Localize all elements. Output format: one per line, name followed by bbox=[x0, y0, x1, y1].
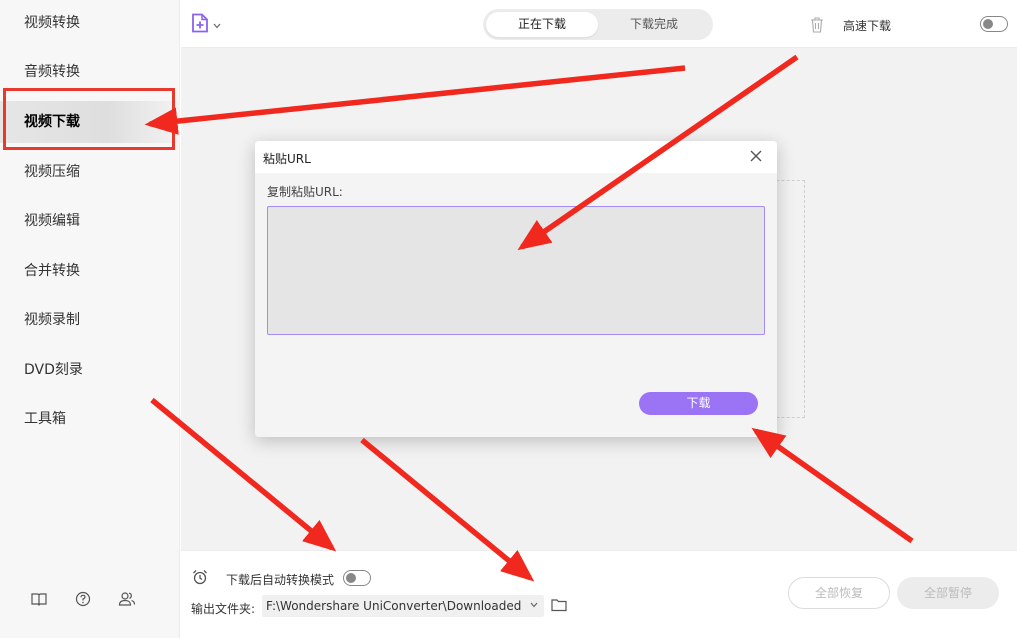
sidebar-item-label: DVD刻录 bbox=[24, 362, 83, 378]
paste-url-dialog: 粘贴URL 复制粘贴URL: 下载 bbox=[255, 141, 777, 437]
book-icon[interactable] bbox=[28, 588, 50, 610]
trash-icon[interactable] bbox=[809, 16, 825, 34]
sidebar-item-label: 音频转换 bbox=[24, 64, 80, 80]
sidebar-item-video-convert[interactable]: 视频转换 bbox=[0, 3, 180, 43]
high-speed-label: 高速下载 bbox=[843, 19, 892, 33]
add-url-button[interactable] bbox=[191, 12, 231, 38]
sidebar-item-label: 视频下载 bbox=[24, 114, 80, 130]
sidebar-item-video-edit[interactable]: 视频编辑 bbox=[0, 201, 180, 241]
sidebar-item-video-download[interactable]: 视频下载 bbox=[0, 101, 180, 143]
output-folder-label: 输出文件夹: bbox=[191, 602, 256, 616]
sidebar-item-label: 视频录制 bbox=[24, 312, 80, 328]
top-toolbar: 正在下载 下载完成 高速下载 bbox=[181, 0, 1017, 48]
dialog-body: 复制粘贴URL: 下载 bbox=[255, 173, 777, 437]
chevron-down-icon bbox=[530, 595, 538, 617]
sidebar-item-merge[interactable]: 合并转换 bbox=[0, 251, 180, 291]
folder-icon[interactable] bbox=[551, 598, 567, 612]
add-file-icon bbox=[191, 13, 209, 37]
dialog-title: 粘贴URL bbox=[263, 152, 311, 166]
sidebar-item-label: 视频转换 bbox=[24, 15, 80, 31]
sidebar-item-toolbox[interactable]: 工具箱 bbox=[0, 399, 180, 439]
users-icon[interactable] bbox=[116, 588, 138, 610]
sidebar: 视频转换 音频转换 视频下载 视频压缩 视频编辑 合并转换 视频录制 DVD刻录… bbox=[0, 0, 180, 638]
download-status-tabs: 正在下载 下载完成 bbox=[483, 9, 713, 40]
dialog-header: 粘贴URL bbox=[255, 141, 777, 173]
bottom-bar: 下载后自动转换模式 输出文件夹: F:\Wondershare UniConve… bbox=[181, 550, 1017, 638]
pause-all-button[interactable]: 全部暂停 bbox=[897, 577, 999, 609]
high-speed-toggle[interactable] bbox=[980, 16, 1008, 32]
output-path-value: F:\Wondershare UniConverter\Downloaded bbox=[266, 599, 522, 613]
help-icon[interactable] bbox=[72, 588, 94, 610]
chevron-down-icon bbox=[213, 18, 221, 33]
sidebar-item-label: 合并转换 bbox=[24, 263, 80, 279]
url-field-label: 复制粘贴URL: bbox=[267, 185, 343, 199]
sidebar-footer bbox=[0, 588, 180, 610]
tab-completed[interactable]: 下载完成 bbox=[598, 12, 710, 37]
toggle-knob bbox=[346, 572, 356, 583]
sidebar-item-audio-convert[interactable]: 音频转换 bbox=[0, 52, 180, 92]
sidebar-item-screen-record[interactable]: 视频录制 bbox=[0, 300, 180, 340]
sidebar-item-label: 工具箱 bbox=[24, 411, 66, 427]
sidebar-item-label: 视频编辑 bbox=[24, 213, 80, 229]
toggle-knob bbox=[983, 18, 993, 29]
tab-downloading[interactable]: 正在下载 bbox=[486, 12, 598, 37]
output-path-select[interactable]: F:\Wondershare UniConverter\Downloaded bbox=[262, 595, 544, 617]
close-icon[interactable] bbox=[748, 148, 764, 164]
auto-convert-toggle[interactable] bbox=[343, 570, 371, 586]
alarm-clock-icon bbox=[192, 569, 208, 589]
sidebar-item-video-compress[interactable]: 视频压缩 bbox=[0, 152, 180, 192]
download-button[interactable]: 下载 bbox=[639, 392, 758, 415]
resume-all-button[interactable]: 全部恢复 bbox=[788, 577, 890, 609]
auto-convert-label: 下载后自动转换模式 bbox=[226, 573, 335, 587]
sidebar-item-label: 视频压缩 bbox=[24, 164, 80, 180]
sidebar-item-dvd-burn[interactable]: DVD刻录 bbox=[0, 350, 180, 390]
url-input[interactable] bbox=[267, 206, 765, 335]
